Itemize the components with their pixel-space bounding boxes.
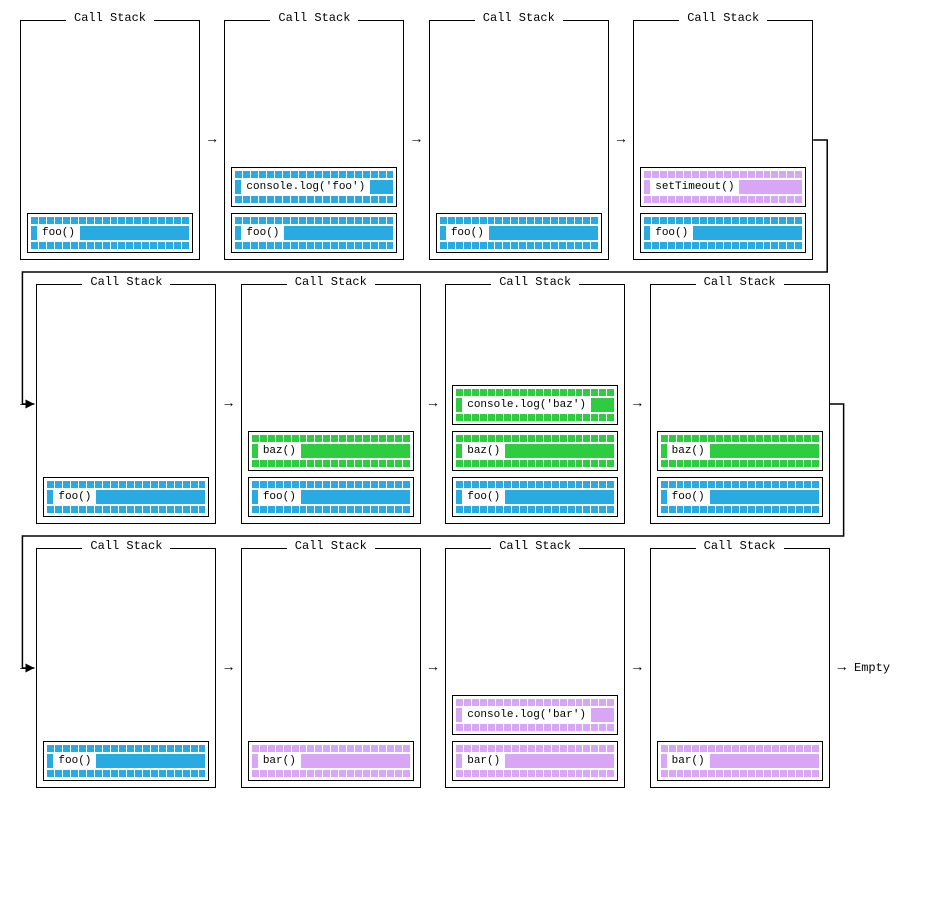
frame-label: bar(): [463, 754, 504, 768]
frame-label: console.log('foo'): [242, 180, 369, 194]
stack-frame: setTimeout(): [640, 167, 806, 207]
arrow-icon: →: [429, 661, 437, 675]
arrow-icon: →: [633, 397, 641, 411]
frame-label: foo(): [668, 490, 709, 504]
frame-label: foo(): [651, 226, 692, 240]
stack-title: Call Stack: [696, 275, 784, 289]
stack-frame: foo(): [436, 213, 602, 253]
frame-label: baz(): [668, 444, 709, 458]
call-stack: Call Stackfoo(): [429, 20, 609, 260]
stack-frame: baz(): [248, 431, 414, 471]
arrow-icon: →: [633, 661, 641, 675]
frame-label: foo(): [38, 226, 79, 240]
stack-frame: foo(): [27, 213, 193, 253]
stack-title: Call Stack: [82, 275, 170, 289]
frame-label: baz(): [259, 444, 300, 458]
stack-frame: foo(): [640, 213, 806, 253]
frame-label: console.log('baz'): [463, 398, 590, 412]
call-stack: Call Stackbaz()foo(): [650, 284, 830, 524]
frame-label: foo(): [463, 490, 504, 504]
arrow-icon: →: [429, 397, 437, 411]
stack-frame: console.log('bar'): [452, 695, 618, 735]
stack-frame: bar(): [452, 741, 618, 781]
stack-title: Call Stack: [287, 539, 375, 553]
frame-label: foo(): [447, 226, 488, 240]
stack-frame: foo(): [43, 741, 209, 781]
empty-label: Empty: [854, 661, 890, 675]
arrow-icon: →: [20, 661, 28, 675]
arrow-icon: →: [838, 661, 846, 675]
stack-frame: console.log('foo'): [231, 167, 397, 207]
stack-frame: bar(): [657, 741, 823, 781]
call-stack: Call Stackfoo(): [36, 548, 216, 788]
call-stack: Call Stackconsole.log('baz')baz()foo(): [445, 284, 625, 524]
frame-label: baz(): [463, 444, 504, 458]
stack-frame: baz(): [452, 431, 618, 471]
stack-row: Call Stackfoo()→Call Stackconsole.log('f…: [20, 20, 924, 260]
stack-title: Call Stack: [66, 11, 154, 25]
stack-frame: foo(): [657, 477, 823, 517]
arrow-icon: →: [224, 661, 232, 675]
frame-label: foo(): [54, 754, 95, 768]
frame-label: setTimeout(): [651, 180, 738, 194]
stack-title: Call Stack: [475, 11, 563, 25]
frame-label: foo(): [242, 226, 283, 240]
stack-frame: console.log('baz'): [452, 385, 618, 425]
stack-title: Call Stack: [696, 539, 784, 553]
frame-label: console.log('bar'): [463, 708, 590, 722]
stack-frame: bar(): [248, 741, 414, 781]
arrow-icon: →: [412, 133, 420, 147]
stack-row: →Call Stackfoo()→Call Stackbaz()foo()→Ca…: [20, 284, 924, 524]
call-stack: Call Stackconsole.log('bar')bar(): [445, 548, 625, 788]
stack-frame: baz(): [657, 431, 823, 471]
frame-label: foo(): [259, 490, 300, 504]
arrow-icon: →: [20, 397, 28, 411]
stack-title: Call Stack: [270, 11, 358, 25]
stack-frame: foo(): [43, 477, 209, 517]
stack-frame: foo(): [231, 213, 397, 253]
stack-title: Call Stack: [491, 275, 579, 289]
stack-title: Call Stack: [287, 275, 375, 289]
call-stack: Call StacksetTimeout()foo(): [633, 20, 813, 260]
call-stack: Call Stackfoo(): [36, 284, 216, 524]
stack-frame: foo(): [248, 477, 414, 517]
call-stack: Call Stackbar(): [241, 548, 421, 788]
call-stack: Call Stackconsole.log('foo')foo(): [224, 20, 404, 260]
frame-label: foo(): [54, 490, 95, 504]
arrow-icon: →: [208, 133, 216, 147]
stack-row: → Call Stackfoo() → Call Stackbar() → Call St…: [20, 548, 924, 788]
frame-label: bar(): [668, 754, 709, 768]
arrow-icon: →: [224, 397, 232, 411]
stack-title: Call Stack: [82, 539, 170, 553]
frame-label: bar(): [259, 754, 300, 768]
call-stack: Call Stackbar(): [650, 548, 830, 788]
call-stack: Call Stackfoo(): [20, 20, 200, 260]
arrow-icon: →: [617, 133, 625, 147]
call-stack: Call Stackbaz()foo(): [241, 284, 421, 524]
stack-title: Call Stack: [679, 11, 767, 25]
stack-frame: foo(): [452, 477, 618, 517]
stack-title: Call Stack: [491, 539, 579, 553]
